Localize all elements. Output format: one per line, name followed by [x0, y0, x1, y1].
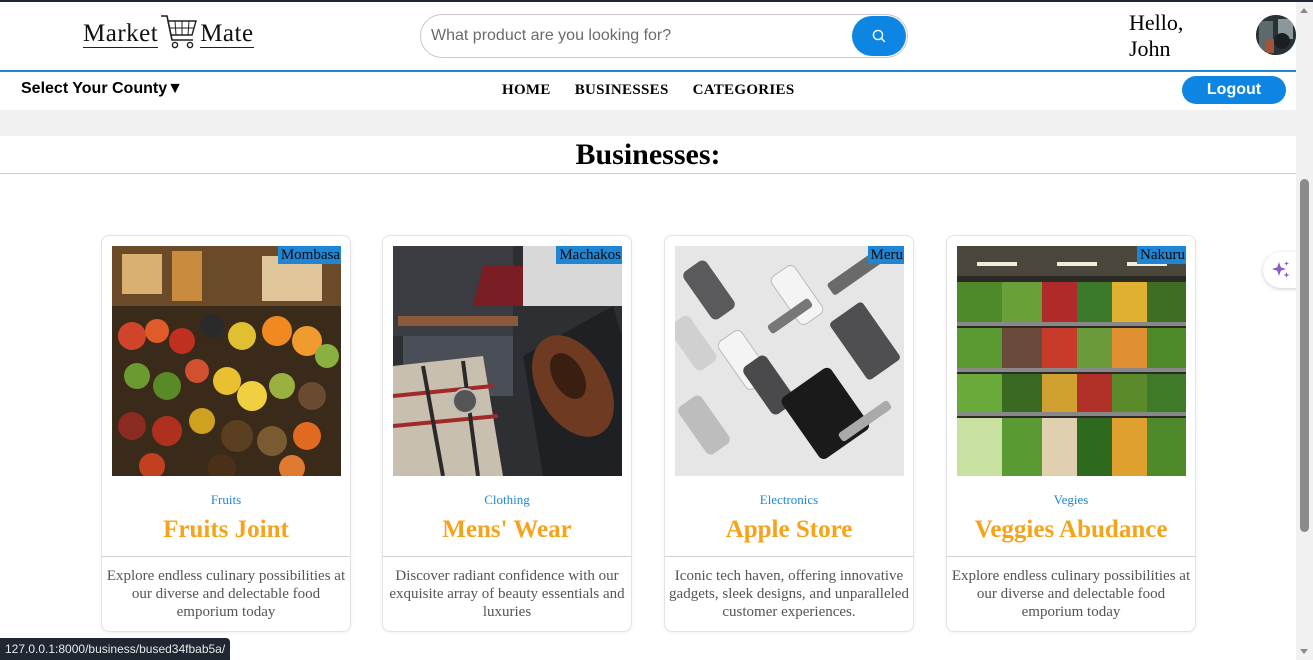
nav-links: HOME BUSINESSES CATEGORIES: [502, 82, 819, 99]
business-card[interactable]: Machakos Clothing Mens' Wear Discover ra…: [382, 235, 632, 632]
business-category-link[interactable]: Clothing: [383, 492, 631, 508]
business-location-label: Meru: [867, 246, 904, 264]
nav-link-home[interactable]: HOME: [502, 82, 551, 99]
business-description: Explore endless culinary possibilities a…: [106, 568, 346, 620]
business-description: Discover radiant confidence with our exq…: [389, 568, 625, 620]
card-divider: [947, 556, 1195, 557]
avatar-photo: [1256, 15, 1296, 55]
business-location-label: Nakuru: [1137, 246, 1186, 264]
site-header: Market Mate Hello, John: [0, 2, 1296, 70]
user-avatar[interactable]: [1256, 15, 1296, 55]
card-divider: [665, 556, 913, 557]
business-location-label: Machakos: [556, 246, 622, 264]
business-name-link[interactable]: Veggies Abudance: [947, 516, 1195, 544]
card-divider: [383, 556, 631, 557]
business-category-link[interactable]: Vegies: [947, 492, 1195, 508]
business-image-vegetables[interactable]: Nakuru: [957, 246, 1186, 476]
ai-assistant-button[interactable]: [1263, 252, 1299, 288]
search-bar: [420, 14, 908, 58]
nav-link-businesses[interactable]: BUSINESSES: [575, 82, 669, 99]
menswear-flatlay-photo: [393, 246, 622, 476]
business-card[interactable]: Nakuru Vegies Veggies Abudance Explore e…: [946, 235, 1196, 632]
business-image-menswear[interactable]: Machakos: [393, 246, 622, 476]
fruit-market-photo: [112, 246, 341, 476]
business-name-link[interactable]: Apple Store: [665, 516, 913, 544]
page-title: Businesses:: [0, 136, 1296, 174]
status-bar-url: 127.0.0.1:8000/business/bused34fbab5a/: [0, 638, 231, 660]
business-description: Explore endless culinary possibilities a…: [951, 568, 1191, 620]
header-spacer-band: [0, 110, 1296, 136]
scroll-down-arrow-icon[interactable]: [1300, 649, 1308, 654]
business-description: Iconic tech haven, offering innovative g…: [669, 568, 909, 620]
nav-link-categories[interactable]: CATEGORIES: [693, 82, 795, 99]
business-image-fruit-market[interactable]: Mombasa: [112, 246, 341, 476]
card-divider: [102, 556, 350, 557]
brand-logo[interactable]: Market Mate: [83, 10, 254, 54]
business-category-link[interactable]: Electronics: [665, 492, 913, 508]
scroll-up-arrow-icon[interactable]: [1300, 8, 1308, 13]
vegetable-shelves-photo: [957, 246, 1186, 476]
logout-button[interactable]: Logout: [1182, 76, 1286, 104]
business-card[interactable]: Meru Electronics Apple Store Iconic tech…: [664, 235, 914, 632]
apple-devices-photo: [675, 246, 904, 476]
business-location-label: Mombasa: [277, 246, 341, 264]
page-scrollbar[interactable]: [1296, 2, 1313, 660]
nav-bar: Select Your County▼ HOME BUSINESSES CATE…: [0, 72, 1296, 110]
brand-word-mate: Mate: [200, 20, 254, 48]
business-card[interactable]: Mombasa Fruits Fruits Joint Explore endl…: [101, 235, 351, 632]
shopping-cart-icon: [161, 15, 198, 49]
search-icon: [872, 29, 886, 43]
business-name-link[interactable]: Mens' Wear: [383, 516, 631, 544]
search-input[interactable]: [431, 19, 851, 53]
sparkle-icon: [1272, 261, 1290, 278]
brand-word-market: Market: [83, 20, 159, 48]
business-category-link[interactable]: Fruits: [102, 492, 350, 508]
user-greeting: Hello, John: [1129, 10, 1184, 61]
scrollbar-thumb[interactable]: [1300, 179, 1309, 532]
county-select-dropdown[interactable]: Select Your County▼: [21, 80, 183, 98]
business-name-link[interactable]: Fruits Joint: [102, 516, 350, 544]
business-image-apple-devices[interactable]: Meru: [675, 246, 904, 476]
search-button[interactable]: [852, 16, 906, 56]
